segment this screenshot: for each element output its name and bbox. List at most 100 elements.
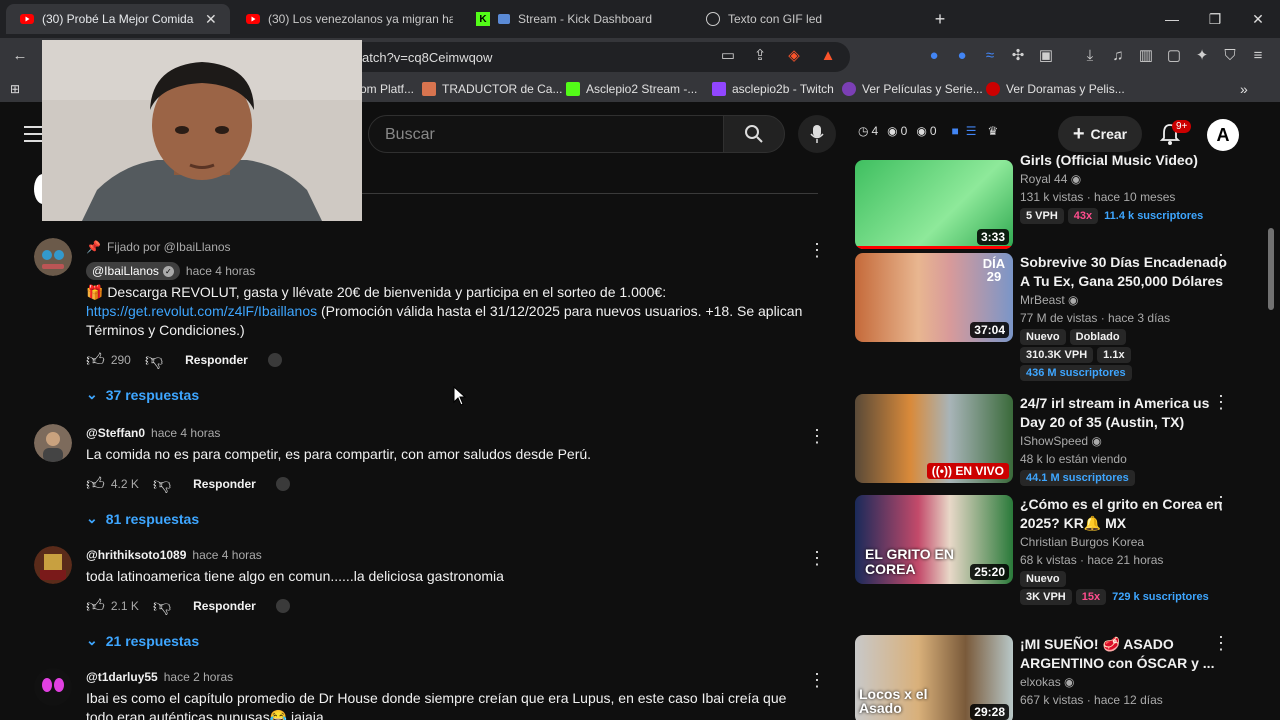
channel-name[interactable]: IShowSpeed ◉ <box>1020 432 1230 450</box>
bookmark-4[interactable]: asclepio2b - Twitch <box>712 80 834 98</box>
bookmarks-overflow-icon[interactable]: » <box>1240 80 1248 98</box>
video-title[interactable]: Girls (Official Music Video) <box>1020 151 1230 170</box>
comment-author[interactable]: @t1darluy55 <box>86 670 158 684</box>
comment-more-icon[interactable]: ⋮ <box>808 427 826 445</box>
related-video[interactable]: Locos x el Asado 29:28 ¡MI SUEÑO! 🥩 ASAD… <box>855 635 1255 720</box>
extension-iq-icon[interactable]: ● <box>924 46 944 66</box>
close-tab-icon[interactable]: ✕ <box>205 11 217 28</box>
video-thumbnail[interactable]: ((•)) EN VIVO <box>855 394 1013 483</box>
openai-icon <box>706 12 720 26</box>
like-icon[interactable]: 👍︎ <box>86 473 105 495</box>
related-video[interactable]: EL GRITO EN COREA 25:20 ¿Cómo es el grit… <box>855 494 1255 615</box>
tab-4[interactable]: Texto con GIF led <box>692 4 922 34</box>
extension-info-icon[interactable]: ● <box>952 46 972 66</box>
video-thumbnail[interactable]: 3:33 <box>855 160 1013 249</box>
channel-name[interactable]: Royal 44 ◉ <box>1020 170 1230 188</box>
video-title[interactable]: ¿Cómo es el grito en Corea en 2025? KR🔔 … <box>1020 495 1230 533</box>
minimize-button[interactable]: — <box>1150 0 1194 38</box>
bookmark-1[interactable]: om Platf... <box>360 80 414 98</box>
url-field[interactable]: atch?v=cq8Ceimwqow <box>340 42 850 72</box>
wallet-icon[interactable]: ▢ <box>1164 46 1184 66</box>
new-tab-button[interactable]: + <box>918 0 962 38</box>
view-replies-button[interactable]: ⌄ 37 respuestas <box>86 386 806 403</box>
related-video[interactable]: ((•)) EN VIVO 24/7 irl stream in America… <box>855 393 1255 490</box>
media-icon[interactable]: ♫ <box>1108 46 1128 66</box>
extensions-puzzle-icon[interactable]: ✣ <box>1008 46 1028 66</box>
leo-ai-icon[interactable]: ✦ <box>1192 46 1212 66</box>
tab-3[interactable]: K Stream - Kick Dashboard <box>462 4 692 34</box>
bookmark-6[interactable]: Ver Doramas y Pelis... <box>986 80 1125 98</box>
channel-name[interactable]: MrBeast ◉ <box>1020 291 1230 309</box>
like-icon[interactable]: 👍︎ <box>86 349 105 371</box>
view-replies-button[interactable]: ⌄ 81 respuestas <box>86 510 806 527</box>
comment-avatar[interactable] <box>34 424 72 462</box>
comment-time[interactable]: hace 4 horas <box>151 426 220 440</box>
live-badge: ((•)) EN VIVO <box>926 463 1009 479</box>
video-title[interactable]: Sobrevive 30 Días Encadenado A Tu Ex, Ga… <box>1020 253 1230 291</box>
maximize-button[interactable]: ❐ <box>1193 0 1237 38</box>
channel-name[interactable]: elxokas ◉ <box>1020 673 1230 691</box>
tab-1[interactable]: (30) Probé La Mejor Comida de C ✕ <box>6 4 230 34</box>
comment-time[interactable]: hace 4 horas <box>192 548 261 562</box>
comment-avatar[interactable] <box>34 546 72 584</box>
video-more-icon[interactable]: ⋮ <box>1212 393 1230 411</box>
bookmark-5[interactable]: Ver Películas y Serie... <box>842 80 983 98</box>
channel-name[interactable]: Christian Burgos Korea <box>1020 533 1230 551</box>
back-icon[interactable]: ← <box>10 46 30 66</box>
search-input[interactable]: Buscar <box>368 115 724 153</box>
scrollbar-thumb[interactable] <box>1268 228 1274 310</box>
menu-icon[interactable]: ≡ <box>1248 46 1268 66</box>
comment-time[interactable]: hace 4 horas <box>186 264 255 278</box>
extension-iq-icon[interactable] <box>275 477 290 491</box>
video-thumbnail[interactable]: EL GRITO EN COREA 25:20 <box>855 495 1013 584</box>
extension-iq-icon[interactable] <box>267 353 282 367</box>
video-thumbnail[interactable]: DÍA 29 37:04 <box>855 253 1013 342</box>
brave-shield-icon[interactable]: ◈ <box>784 46 804 66</box>
comment-more-icon[interactable]: ⋮ <box>808 241 826 259</box>
pin-icon: 📌 <box>86 240 101 254</box>
comment-link[interactable]: https://get.revolut.com/z4lF/Ibaillanos <box>86 303 317 319</box>
voice-search-button[interactable] <box>798 115 836 153</box>
brave-rewards-icon[interactable]: ▲ <box>818 46 838 66</box>
cast-icon[interactable]: ▭ <box>718 46 738 66</box>
download-icon[interactable]: ⤓ <box>1080 46 1100 66</box>
video-more-icon[interactable]: ⋮ <box>1212 252 1230 270</box>
dislike-icon[interactable]: 👎︎ <box>145 349 163 371</box>
dislike-icon[interactable]: 👎︎ <box>153 473 171 495</box>
tab-2[interactable]: (30) Los venezolanos ya migran hasta <box>232 4 462 34</box>
menu-hamburger-icon[interactable] <box>24 126 44 147</box>
comment-more-icon[interactable]: ⋮ <box>808 671 824 689</box>
video-title[interactable]: ¡MI SUEÑO! 🥩 ASADO ARGENTINO con ÓSCAR y… <box>1020 635 1230 673</box>
search-button[interactable] <box>723 115 785 153</box>
sidebar-icon[interactable]: ▥ <box>1136 46 1156 66</box>
related-video[interactable]: DÍA 29 37:04 Sobrevive 30 Días Encadenad… <box>855 252 1255 387</box>
reply-button[interactable]: Responder <box>185 353 248 367</box>
video-thumbnail[interactable]: Locos x el Asado 29:28 <box>855 635 1013 720</box>
dislike-icon[interactable]: 👎︎ <box>153 595 171 617</box>
comment-author[interactable]: @Steffan0 <box>86 426 145 440</box>
comment-avatar[interactable] <box>34 668 72 706</box>
comment-avatar[interactable] <box>34 238 72 276</box>
author-chip[interactable]: @IbaiLlanos ✓ <box>86 262 180 280</box>
extension-wave-icon[interactable]: ≈ <box>980 46 1000 66</box>
related-video[interactable]: 3:33 Girls (Official Music Video) Royal … <box>855 131 1255 251</box>
apps-grid-icon[interactable]: ⊞ <box>10 80 20 98</box>
bookmark-2[interactable]: TRADUCTOR de Ca... <box>422 80 562 98</box>
extension-iq-icon[interactable] <box>275 599 290 613</box>
comment-more-icon[interactable]: ⋮ <box>808 549 826 567</box>
view-replies-button[interactable]: ⌄ 21 respuestas <box>86 632 806 649</box>
comment-author[interactable]: @hrithiksoto1089 <box>86 548 186 562</box>
bookmark-3[interactable]: Asclepio2 Stream -... <box>566 80 697 98</box>
share-icon[interactable]: ⇪ <box>750 46 770 66</box>
like-icon[interactable]: 👍︎ <box>86 595 105 617</box>
screenshot-icon[interactable]: ▣ <box>1036 46 1056 66</box>
vpn-icon[interactable]: ⛉ <box>1220 46 1240 66</box>
reply-button[interactable]: Responder <box>193 477 256 491</box>
video-more-icon[interactable]: ⋮ <box>1212 494 1230 512</box>
comment-time[interactable]: hace 2 horas <box>164 670 233 684</box>
replies-count: 37 respuestas <box>105 386 200 403</box>
video-more-icon[interactable]: ⋮ <box>1212 635 1230 652</box>
video-title[interactable]: 24/7 irl stream in America us Day 20 of … <box>1020 394 1230 432</box>
reply-button[interactable]: Responder <box>193 599 256 613</box>
close-window-button[interactable]: ✕ <box>1236 0 1280 38</box>
